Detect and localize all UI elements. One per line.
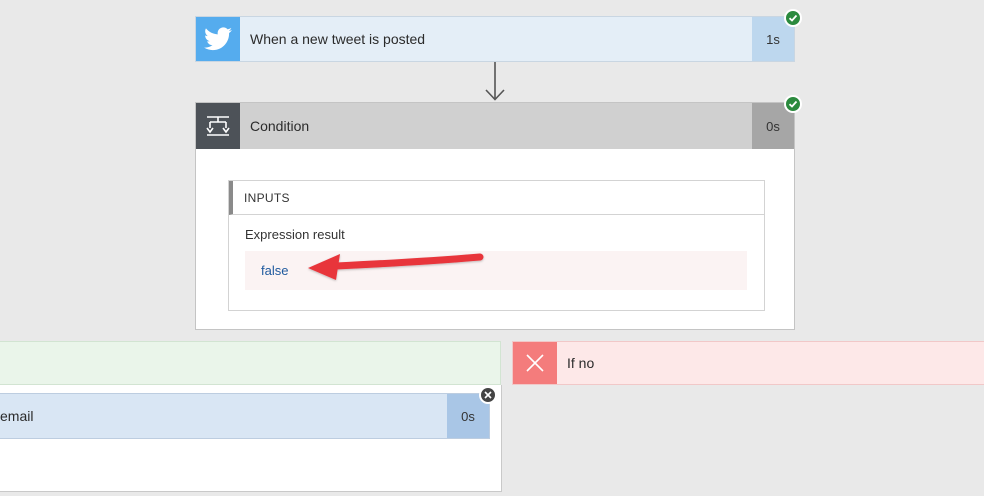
branch-yes-header[interactable] [0, 341, 501, 385]
condition-header[interactable]: Condition 0s [196, 103, 794, 149]
success-check-icon [784, 95, 802, 113]
connector-arrow-icon [485, 62, 505, 101]
skipped-close-icon [479, 386, 497, 404]
annotation-arrow-icon [308, 253, 484, 280]
branch-no-icon-tile [513, 342, 557, 384]
condition-icon-tile [196, 103, 240, 149]
email-action-label: email [0, 408, 34, 424]
inputs-header: INPUTS [229, 181, 764, 215]
expression-result-label: Expression result [245, 227, 345, 242]
twitter-icon [204, 27, 232, 51]
success-check-icon [784, 9, 802, 27]
email-action-card[interactable]: email 0s [0, 393, 490, 439]
expression-result-value: false [261, 263, 289, 278]
condition-label: Condition [250, 118, 310, 134]
inputs-header-label: INPUTS [244, 191, 290, 205]
trigger-card[interactable]: When a new tweet is posted 1s [195, 16, 795, 62]
close-icon [526, 354, 544, 372]
twitter-icon-tile [196, 17, 240, 61]
branch-no-header[interactable]: If no [512, 341, 984, 385]
branch-no-label: If no [567, 355, 595, 371]
condition-card[interactable]: Condition 0s INPUTS Expression result fa… [195, 102, 795, 330]
trigger-label: When a new tweet is posted [250, 31, 426, 47]
condition-icon [206, 116, 230, 136]
